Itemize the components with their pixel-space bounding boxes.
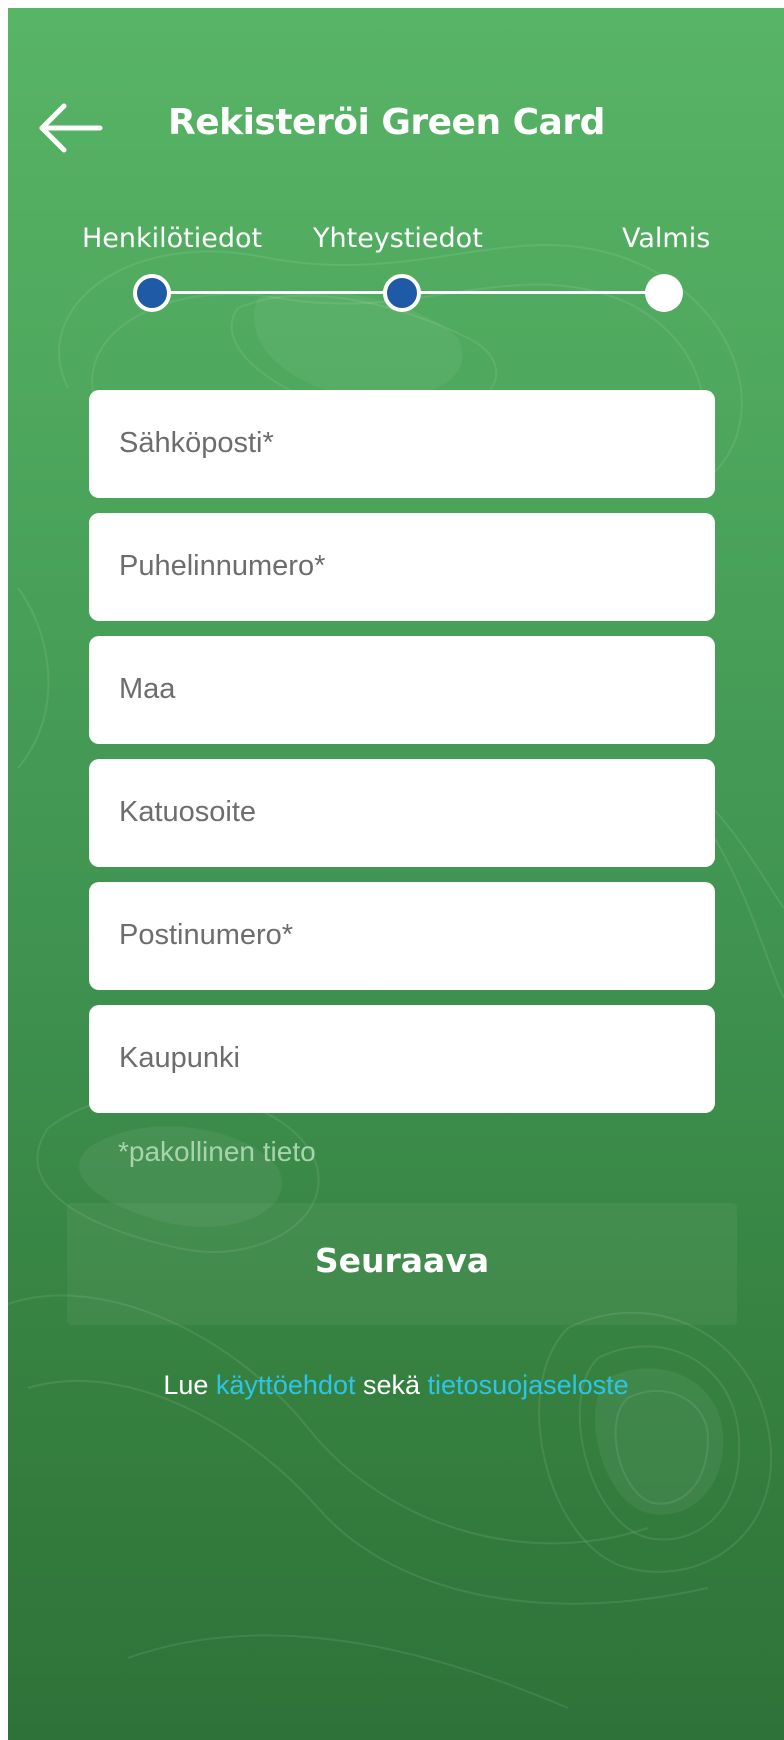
email-field[interactable]: Sähköposti* — [89, 390, 715, 498]
step-dot-yhteystiedot — [383, 274, 421, 312]
terms-of-use-link[interactable]: käyttöehdot — [216, 1370, 356, 1400]
city-field[interactable]: Kaupunki — [89, 1005, 715, 1113]
street-address-field-placeholder: Katuosoite — [119, 796, 257, 828]
back-button[interactable] — [34, 98, 106, 158]
step-dot-valmis — [645, 274, 683, 312]
terms-text: Lue käyttöehdot sekä tietosuojaseloste — [8, 1370, 784, 1401]
email-field-placeholder: Sähköposti* — [119, 427, 274, 459]
app-header: Rekisteröi Green Card — [8, 88, 784, 168]
next-button-label: Seuraava — [314, 1241, 490, 1280]
progress-stepper: Henkilötiedot Yhteystiedot Valmis — [8, 223, 784, 333]
postal-code-field[interactable]: Postinumero* — [89, 882, 715, 990]
step-connector-2 — [402, 291, 664, 294]
terms-middle: sekä — [355, 1370, 428, 1400]
step-label-henkilotiedot: Henkilötiedot — [82, 223, 263, 254]
step-dot-henkilotiedot — [133, 274, 171, 312]
required-fields-note: *pakollinen tieto — [118, 1136, 316, 1167]
country-field[interactable]: Maa — [89, 636, 715, 744]
register-screen: Rekisteröi Green Card Henkilötiedot Yhte… — [8, 8, 784, 1740]
arrow-left-icon — [39, 103, 103, 153]
country-field-placeholder: Maa — [119, 673, 176, 705]
phone-field-placeholder: Puhelinnumero* — [119, 550, 326, 582]
terms-prefix: Lue — [163, 1370, 216, 1400]
step-connector-1 — [152, 291, 402, 294]
city-field-placeholder: Kaupunki — [119, 1042, 240, 1074]
privacy-policy-link[interactable]: tietosuojaseloste — [428, 1370, 629, 1400]
next-button[interactable]: Seuraava — [67, 1203, 737, 1325]
page-title: Rekisteröi Green Card — [168, 102, 605, 143]
phone-field[interactable]: Puhelinnumero* — [89, 513, 715, 621]
street-address-field[interactable]: Katuosoite — [89, 759, 715, 867]
step-label-valmis: Valmis — [622, 223, 711, 254]
postal-code-field-placeholder: Postinumero* — [119, 919, 294, 951]
step-label-yhteystiedot: Yhteystiedot — [313, 223, 483, 254]
